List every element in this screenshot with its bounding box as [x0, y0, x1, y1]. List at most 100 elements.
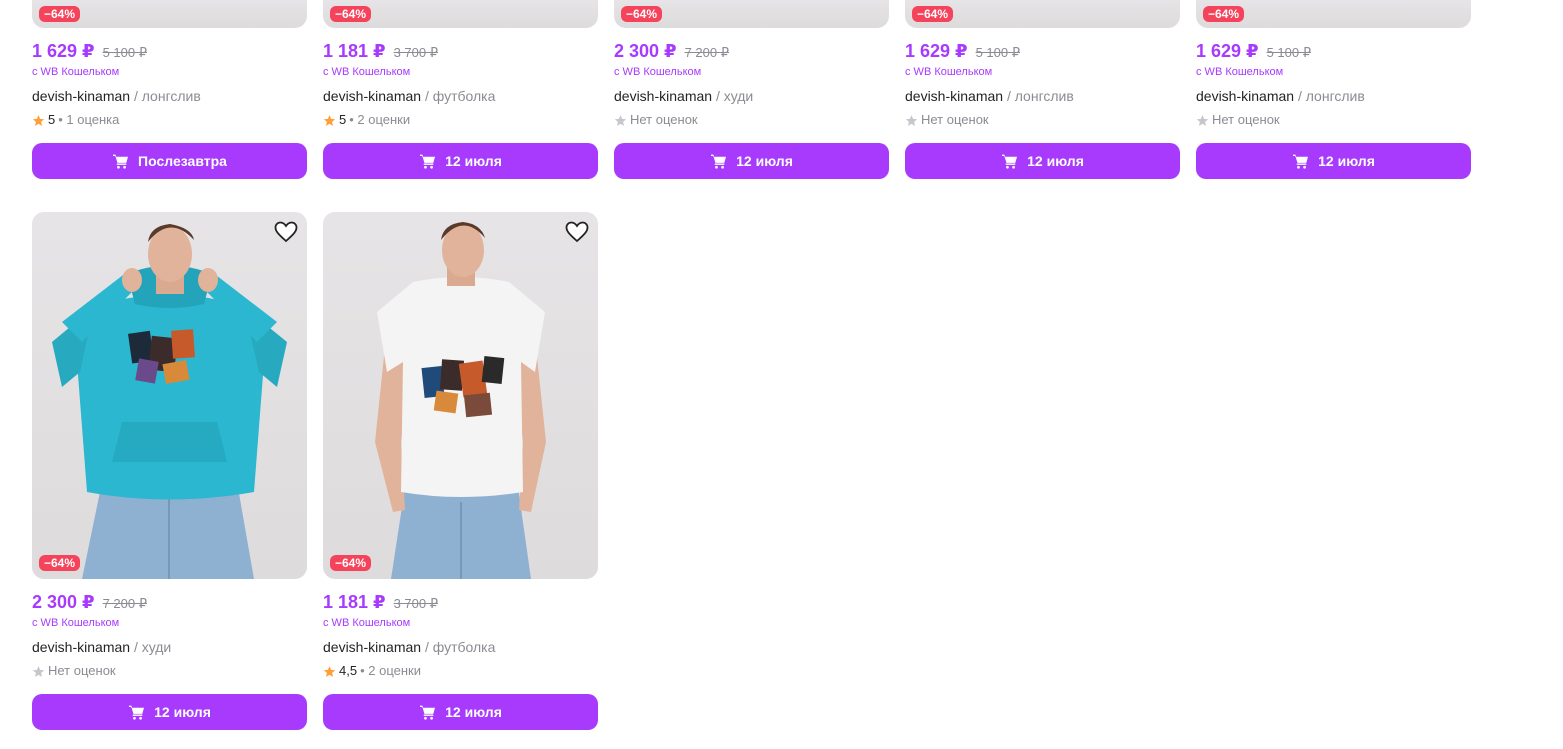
cart-icon	[129, 705, 145, 720]
price-line: 1 181 ₽ 3 700 ₽	[323, 592, 598, 614]
rating: 5 • 1 оценка	[32, 111, 307, 129]
brand-name[interactable]: devish-kinaman	[32, 88, 130, 104]
price: 2 300 ₽	[614, 41, 677, 61]
product-title[interactable]: devish-kinaman / лонгслив	[905, 87, 1180, 105]
delivery-date: 12 июля	[736, 153, 793, 169]
price-line: 1 629 ₽ 5 100 ₽	[1196, 41, 1471, 63]
product-card[interactable]: −64% 1 629 ₽ 5 100 ₽ с WB Кошельком devi…	[1196, 0, 1471, 179]
star-icon	[323, 665, 336, 677]
product-image[interactable]: −64%	[32, 0, 307, 28]
discount-badge: −64%	[1203, 6, 1245, 22]
price-line: 1 181 ₽ 3 700 ₽	[323, 41, 598, 63]
add-to-cart-button[interactable]: 12 июля	[1196, 143, 1471, 179]
price: 1 629 ₽	[905, 41, 968, 61]
star-icon	[905, 114, 918, 126]
star-icon	[323, 114, 336, 126]
add-to-cart-button[interactable]: 12 июля	[905, 143, 1180, 179]
product-image[interactable]: −64%	[905, 0, 1180, 28]
product-card[interactable]: −64% 2 300 ₽ 7 200 ₽ с WB Кошельком devi…	[614, 0, 889, 179]
brand-name[interactable]: devish-kinaman	[1196, 88, 1294, 104]
price: 1 629 ₽	[1196, 41, 1259, 61]
price-line: 2 300 ₽ 7 200 ₽	[614, 41, 889, 63]
product-category: / худи	[133, 639, 172, 655]
delivery-date: 12 июля	[154, 704, 211, 720]
price: 1 181 ₽	[323, 592, 386, 612]
star-icon	[1196, 114, 1209, 126]
delivery-date: Послезавтра	[138, 153, 227, 169]
product-title[interactable]: devish-kinaman / лонгслив	[32, 87, 307, 105]
discount-badge: −64%	[621, 6, 663, 22]
heart-icon[interactable]	[274, 221, 298, 243]
cart-icon	[420, 154, 436, 169]
rating: Нет оценок	[614, 111, 889, 129]
product-title[interactable]: devish-kinaman / лонгслив	[1196, 87, 1471, 105]
wallet-note: с WB Кошельком	[614, 66, 702, 78]
wallet-note: с WB Кошельком	[1196, 66, 1284, 78]
delivery-date: 12 июля	[1318, 153, 1375, 169]
brand-name[interactable]: devish-kinaman	[614, 88, 712, 104]
cart-icon	[711, 154, 727, 169]
price: 1 181 ₽	[323, 41, 386, 61]
product-category: / лонгслив	[1297, 88, 1365, 104]
product-card[interactable]: −64% 2 300 ₽ 7 200 ₽ с WB Кошельком devi…	[32, 212, 307, 730]
product-image[interactable]: −64%	[323, 0, 598, 28]
no-rating-label: Нет оценок	[48, 663, 116, 678]
product-image[interactable]: −64%	[32, 212, 307, 579]
product-title[interactable]: devish-kinaman / худи	[32, 638, 307, 656]
add-to-cart-button[interactable]: 12 июля	[32, 694, 307, 730]
price-line: 1 629 ₽ 5 100 ₽	[905, 41, 1180, 63]
brand-name[interactable]: devish-kinaman	[905, 88, 1003, 104]
rating: 5 • 2 оценки	[323, 111, 598, 129]
add-to-cart-button[interactable]: 12 июля	[323, 694, 598, 730]
price-line: 1 629 ₽ 5 100 ₽	[32, 41, 307, 63]
discount-badge: −64%	[39, 6, 81, 22]
product-card[interactable]: −64% 1 181 ₽ 3 700 ₽ с WB Кошельком devi…	[323, 0, 598, 179]
old-price: 5 100 ₽	[975, 45, 1020, 60]
no-rating-label: Нет оценок	[1212, 112, 1280, 127]
add-to-cart-button[interactable]: 12 июля	[614, 143, 889, 179]
rating: 4,5 • 2 оценки	[323, 662, 598, 680]
product-image[interactable]: −64%	[614, 0, 889, 28]
rating: Нет оценок	[32, 662, 307, 680]
old-price: 3 700 ₽	[393, 596, 438, 611]
add-to-cart-button[interactable]: Послезавтра	[32, 143, 307, 179]
delivery-date: 12 июля	[445, 153, 502, 169]
brand-name[interactable]: devish-kinaman	[32, 639, 130, 655]
cart-icon	[1002, 154, 1018, 169]
price: 2 300 ₽	[32, 592, 95, 612]
product-image[interactable]: −64%	[1196, 0, 1471, 28]
rating: Нет оценок	[905, 111, 1180, 129]
add-to-cart-button[interactable]: 12 июля	[323, 143, 598, 179]
review-count: • 2 оценки	[360, 663, 421, 678]
product-card[interactable]: −64% 1 629 ₽ 5 100 ₽ с WB Кошельком devi…	[32, 0, 307, 179]
cart-icon	[113, 154, 129, 169]
brand-name[interactable]: devish-kinaman	[323, 88, 421, 104]
old-price: 7 200 ₽	[102, 596, 147, 611]
rating-value: 5	[339, 112, 347, 127]
discount-badge: −64%	[912, 6, 954, 22]
price-line: 2 300 ₽ 7 200 ₽	[32, 592, 307, 614]
product-title[interactable]: devish-kinaman / футболка	[323, 87, 598, 105]
product-title[interactable]: devish-kinaman / футболка	[323, 638, 598, 656]
product-category: / худи	[715, 88, 754, 104]
no-rating-label: Нет оценок	[630, 112, 698, 127]
product-title[interactable]: devish-kinaman / худи	[614, 87, 889, 105]
brand-name[interactable]: devish-kinaman	[323, 639, 421, 655]
discount-badge: −64%	[330, 555, 372, 571]
wallet-note: с WB Кошельком	[323, 66, 411, 78]
product-image[interactable]: −64%	[323, 212, 598, 579]
no-rating-label: Нет оценок	[921, 112, 989, 127]
product-card[interactable]: −64% 1 629 ₽ 5 100 ₽ с WB Кошельком devi…	[905, 0, 1180, 179]
product-category: / футболка	[424, 88, 496, 104]
product-card[interactable]: −64% 1 181 ₽ 3 700 ₽ с WB Кошельком devi…	[323, 212, 598, 730]
star-icon	[614, 114, 627, 126]
review-count: • 1 оценка	[58, 112, 120, 127]
rating: Нет оценок	[1196, 111, 1471, 129]
star-icon	[32, 665, 45, 677]
heart-icon[interactable]	[565, 221, 589, 243]
old-price: 5 100 ₽	[1266, 45, 1311, 60]
wallet-note: с WB Кошельком	[323, 617, 411, 629]
old-price: 5 100 ₽	[102, 45, 147, 60]
delivery-date: 12 июля	[445, 704, 502, 720]
rating-value: 4,5	[339, 663, 358, 678]
